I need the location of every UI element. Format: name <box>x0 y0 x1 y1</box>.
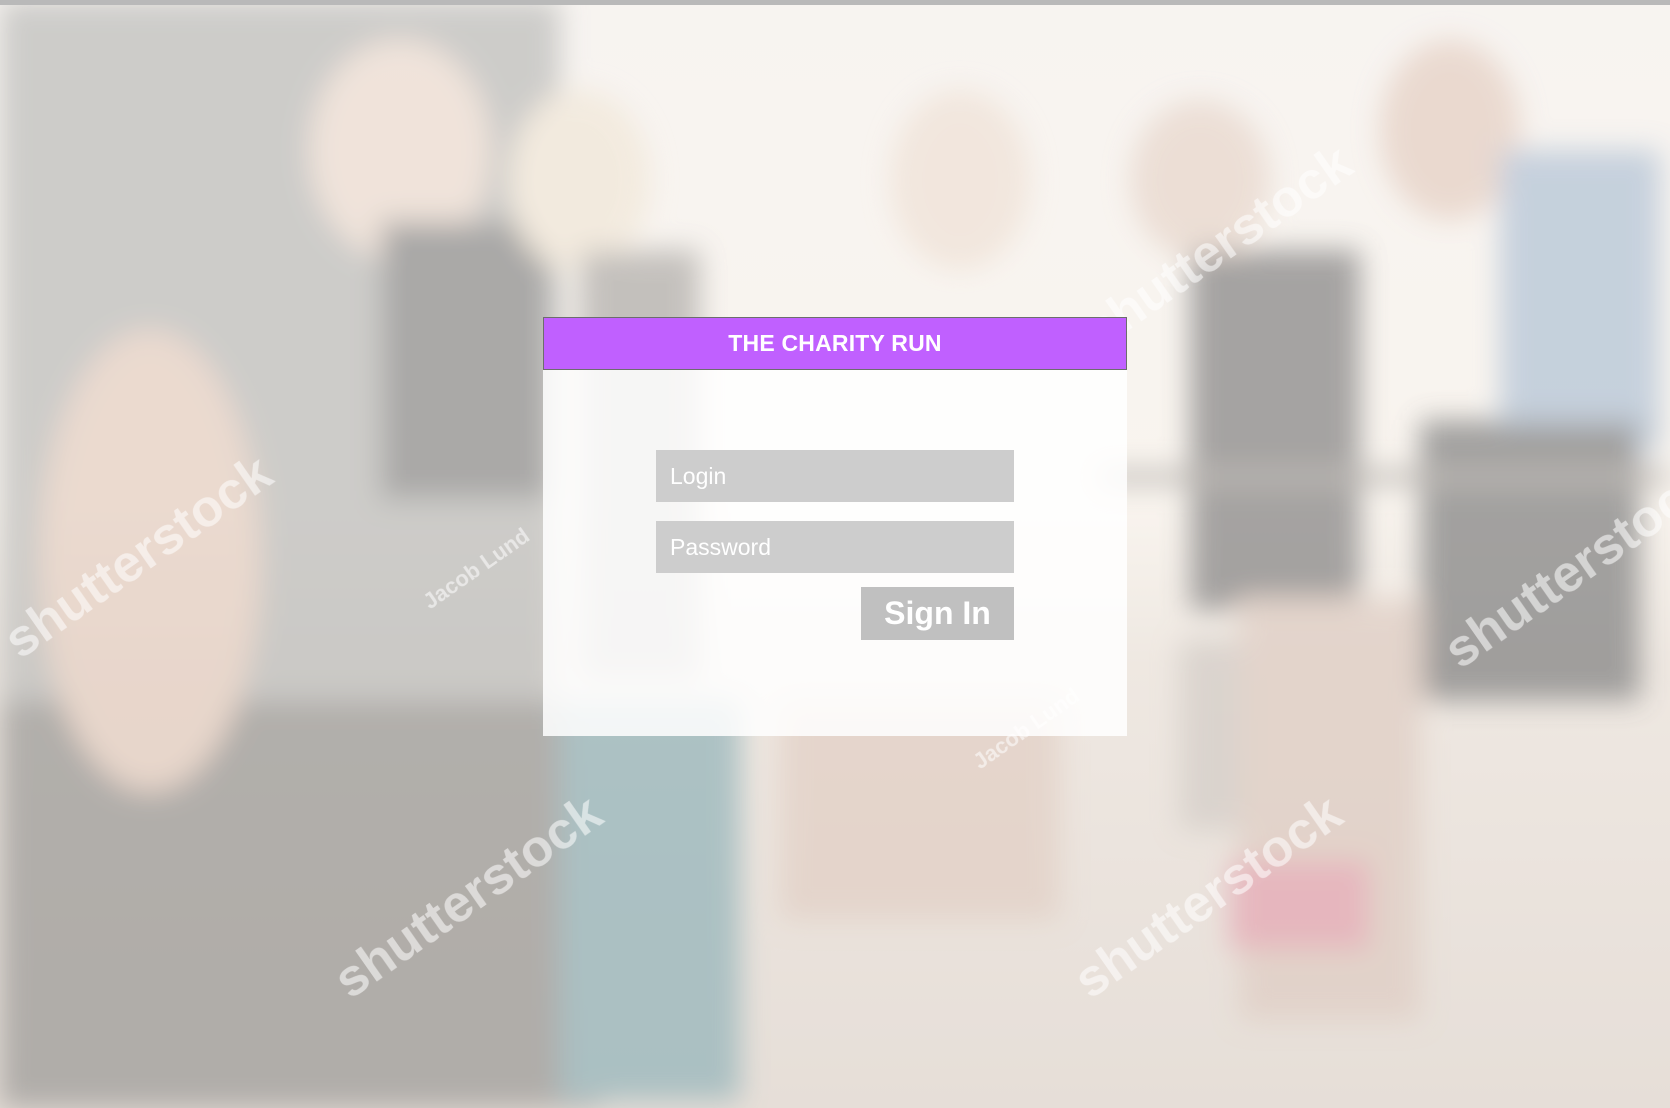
login-panel: THE CHARITY RUN Sign In <box>543 317 1127 736</box>
top-border <box>0 0 1670 5</box>
password-input[interactable] <box>656 521 1014 573</box>
login-screen: shutterstock shutterstock shutterstock s… <box>0 0 1670 1108</box>
login-input[interactable] <box>656 450 1014 502</box>
sign-in-button[interactable]: Sign In <box>861 587 1014 640</box>
app-title: THE CHARITY RUN <box>543 317 1127 370</box>
